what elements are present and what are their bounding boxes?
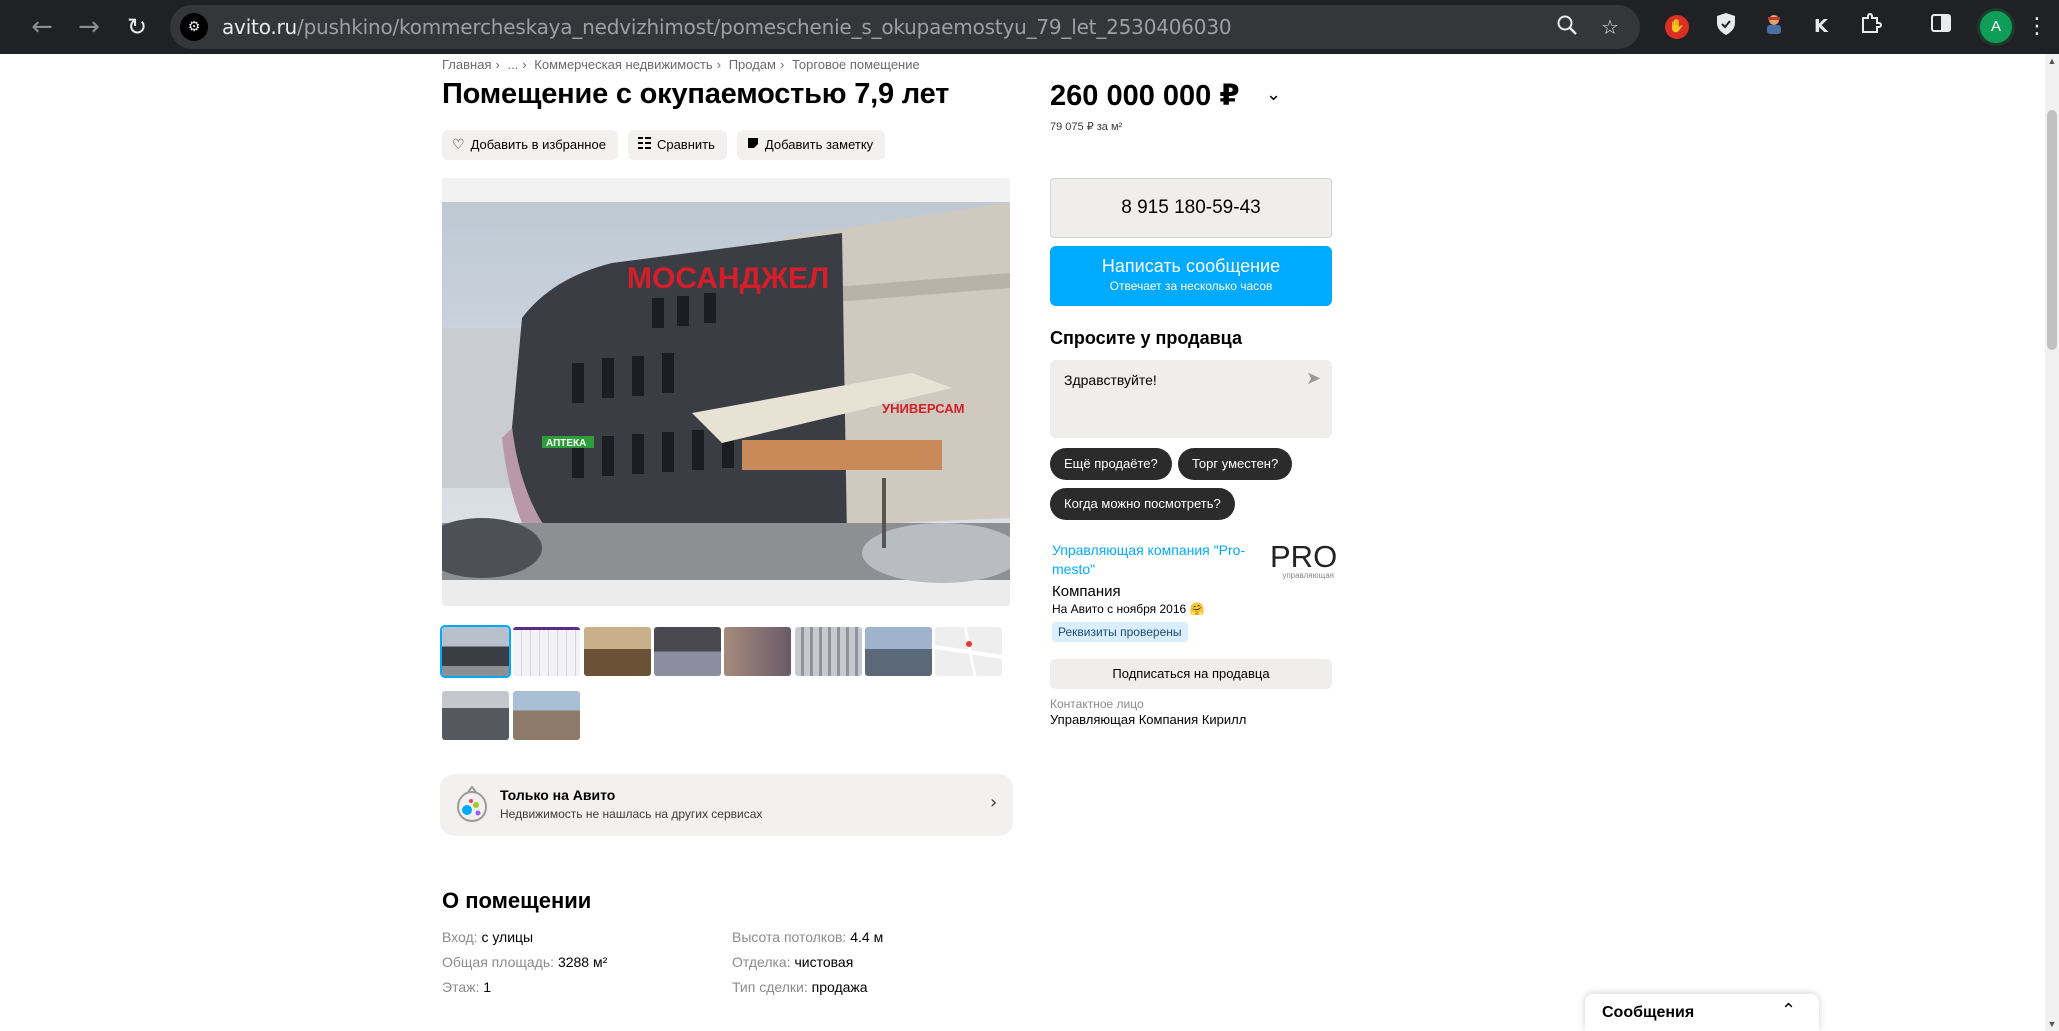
- scrollbar-thumb[interactable]: [2047, 110, 2057, 350]
- avito-badge-icon: [454, 785, 490, 824]
- param-finish: Отделка: чистовая: [732, 954, 854, 970]
- chevron-up-icon[interactable]: ⌃: [1781, 1000, 1796, 1021]
- profile-avatar[interactable]: A: [1977, 8, 2015, 46]
- listing-actions: ♡ Добавить в избранное Сравнить Добавить…: [442, 130, 886, 160]
- thumbnail-9[interactable]: [442, 691, 509, 740]
- svg-text:АПТЕКА: АПТЕКА: [546, 438, 586, 449]
- back-arrow-icon[interactable]: ←: [26, 11, 58, 43]
- price-per-m2: 79 075 ₽ за м²: [1050, 121, 1123, 133]
- param-floor: Этаж: 1: [442, 979, 492, 995]
- breadcrumb: Главная › ... › Коммерческая недвижимость ›…: [442, 57, 920, 72]
- param-entrance: Вход: с улицы: [442, 929, 534, 945]
- scroll-down-arrow-icon[interactable]: ▼: [2045, 1017, 2059, 1031]
- site-settings-icon[interactable]: ⚙: [180, 13, 208, 41]
- scroll-up-arrow-icon[interactable]: ▲: [2045, 54, 2059, 68]
- compare-button[interactable]: Сравнить: [627, 130, 727, 160]
- about-section-title: О помещении: [442, 888, 592, 913]
- show-phone-button[interactable]: 8 915 180-59-43: [1050, 178, 1332, 238]
- note-icon: [747, 130, 759, 160]
- seller-type: Компания: [1052, 583, 1121, 600]
- price: 260 000 000 ₽: [1050, 80, 1240, 112]
- price-dropdown-chevron-icon[interactable]: ⌄: [1266, 84, 1281, 105]
- contact-person-name: Управляющая Компания Кирилл: [1050, 712, 1247, 727]
- thumbnail-5[interactable]: [724, 627, 791, 676]
- shield-extension-icon[interactable]: [1711, 12, 1741, 42]
- address-bar[interactable]: ⚙ avito.ru/pushkino/kommercheskaya_nedvi…: [170, 5, 1640, 49]
- thumbnail-3[interactable]: [584, 627, 651, 676]
- quick-question-still-selling[interactable]: Ещё продаёте?: [1050, 448, 1172, 480]
- url-text[interactable]: avito.ru/pushkino/kommercheskaya_nedvizh…: [222, 15, 1232, 39]
- quick-question-viewing[interactable]: Когда можно посмотреть?: [1050, 488, 1235, 520]
- ask-seller-input[interactable]: Здравствуйте! ➤: [1050, 360, 1332, 438]
- quick-question-bargain[interactable]: Торг уместен?: [1178, 448, 1293, 480]
- thumbnail-2[interactable]: [513, 627, 580, 676]
- chevron-right-icon: ›: [990, 792, 998, 813]
- main-photo[interactable]: МОСАНДЖЕЛ УНИВЕРСАМ АПТЕКА: [442, 178, 1010, 606]
- zoom-icon[interactable]: [1554, 14, 1580, 40]
- thumbnail-10[interactable]: [513, 691, 580, 740]
- seller-name-link[interactable]: Управляющая компания "Pro-mesto": [1052, 541, 1262, 579]
- only-avito-title: Только на Авито: [500, 787, 616, 803]
- breadcrumb-commercial[interactable]: Коммерческая недвижимость: [534, 57, 712, 72]
- add-favorite-button[interactable]: ♡ Добавить в избранное: [442, 130, 618, 160]
- seller-logo[interactable]: PRO управляющая: [1270, 541, 1337, 581]
- send-icon[interactable]: ➤: [1306, 368, 1321, 389]
- breadcrumb-retail[interactable]: Торговое помещение: [792, 57, 920, 72]
- heart-icon: ♡: [452, 137, 465, 153]
- forward-arrow-icon[interactable]: →: [73, 11, 105, 43]
- browser-menu-icon[interactable]: ⋮: [2026, 10, 2048, 44]
- compare-icon: [637, 130, 651, 160]
- thumbnail-4[interactable]: [654, 627, 721, 676]
- param-area: Общая площадь: 3288 м²: [442, 954, 608, 970]
- agent-extension-icon[interactable]: [1759, 12, 1789, 42]
- messages-widget[interactable]: Сообщения ⌃: [1585, 994, 1819, 1031]
- page-scrollbar[interactable]: ▲ ▼: [2045, 54, 2059, 1031]
- subscribe-seller-button[interactable]: Подписаться на продавца: [1050, 659, 1332, 689]
- breadcrumb-ellipsis[interactable]: ...: [507, 57, 518, 72]
- thumbnail-1[interactable]: [440, 625, 511, 678]
- ask-seller-title: Спросите у продавца: [1050, 328, 1242, 348]
- param-deal-type: Тип сделки: продажа: [732, 979, 868, 995]
- breadcrumb-sell[interactable]: Продам: [729, 57, 776, 72]
- write-message-button[interactable]: Написать сообщение Отвечает за несколько…: [1050, 246, 1332, 306]
- extensions-puzzle-icon[interactable]: [1856, 12, 1886, 42]
- only-on-avito-banner[interactable]: Только на Авито Недвижимость не нашлась …: [440, 774, 1013, 836]
- reload-icon[interactable]: ↻: [121, 11, 153, 43]
- thumbnail-6[interactable]: [795, 627, 862, 676]
- verified-badge: Реквизиты проверены: [1052, 622, 1188, 642]
- side-panel-icon[interactable]: [1926, 12, 1956, 42]
- bookmark-star-icon[interactable]: ☆: [1597, 14, 1623, 40]
- thumbnail-map[interactable]: [935, 627, 1002, 676]
- add-note-button[interactable]: Добавить заметку: [736, 130, 886, 160]
- page-content: Главная › ... › Коммерческая недвижимость ›…: [12, 54, 2045, 1031]
- thumbnail-7[interactable]: [865, 627, 932, 676]
- page-title: Помещение с окупаемостью 7,9 лет: [442, 78, 950, 110]
- k-extension-icon[interactable]: K: [1806, 12, 1836, 42]
- param-ceiling-height: Высота потолков: 4.4 м: [732, 929, 884, 945]
- only-avito-subtitle: Недвижимость не нашлась на других сервис…: [500, 807, 763, 821]
- svg-text:УНИВЕРСАМ: УНИВЕРСАМ: [882, 401, 965, 416]
- svg-text:МОСАНДЖЕЛ: МОСАНДЖЕЛ: [627, 262, 829, 295]
- browser-toolbar: ← → ↻ ⚙ avito.ru/pushkino/kommercheskaya…: [0, 0, 2059, 54]
- breadcrumb-home[interactable]: Главная: [442, 57, 491, 72]
- contact-person-label: Контактное лицо: [1050, 697, 1144, 711]
- adblock-extension-icon[interactable]: ✋: [1665, 15, 1689, 39]
- seller-since: На Авито с ноября 2016 🤗: [1052, 602, 1205, 616]
